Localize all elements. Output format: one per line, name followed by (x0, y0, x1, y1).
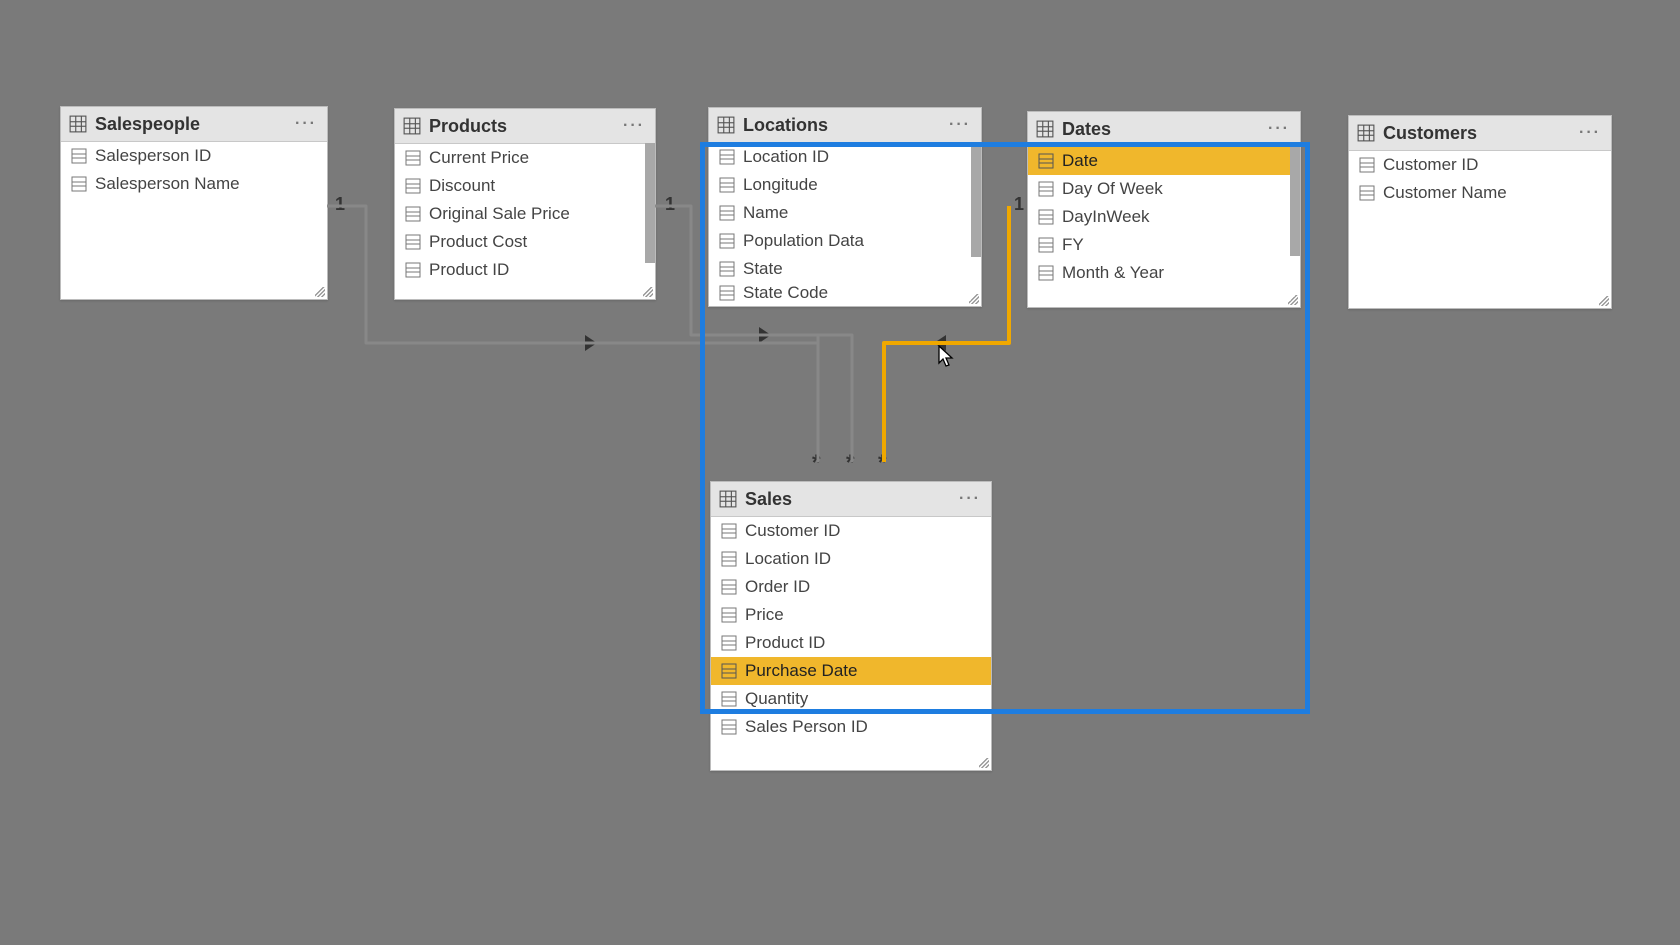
diagram-canvas[interactable]: 1 1 1 * * * Salespeople ··· Salesperson … (0, 0, 1680, 945)
relationships-layer (0, 0, 1680, 945)
